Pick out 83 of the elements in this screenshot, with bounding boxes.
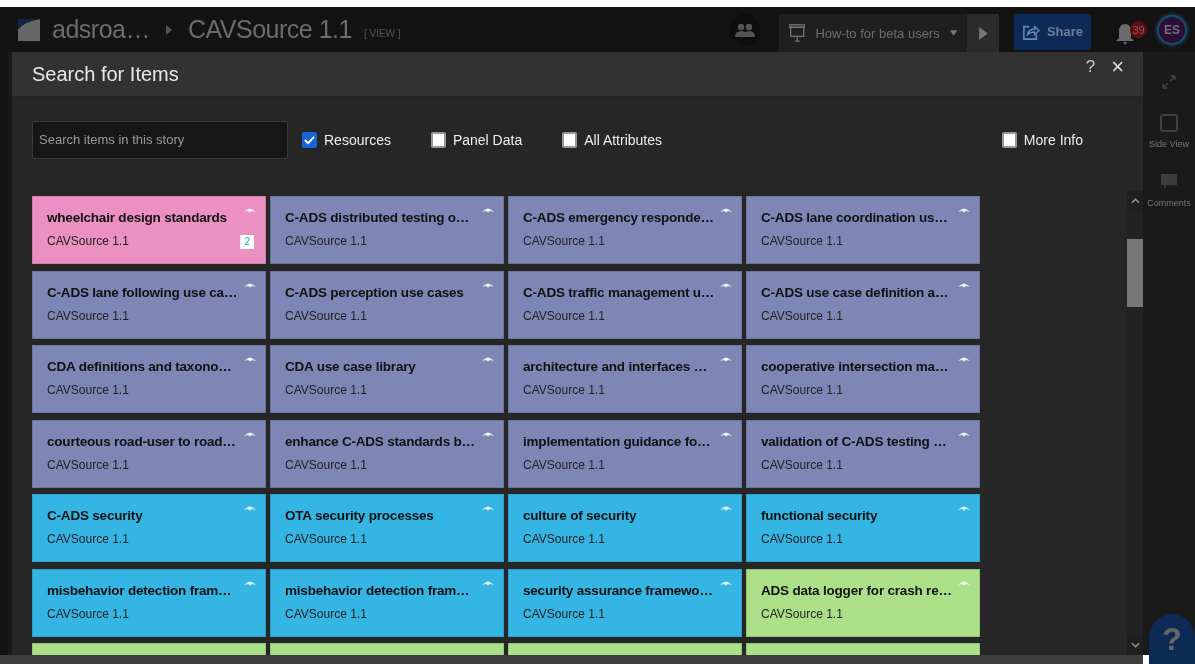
eye-icon[interactable]	[482, 579, 494, 587]
eye-icon[interactable]	[720, 579, 732, 587]
collaborators-button[interactable]	[730, 13, 760, 46]
expand-icon[interactable]	[1161, 74, 1177, 90]
item-card[interactable]: OTA security processes CAVSource 1.1	[270, 494, 504, 562]
help-button[interactable]: ?	[1082, 54, 1099, 80]
notification-count: 39	[1130, 21, 1147, 38]
comment-count-badge[interactable]: 2	[240, 235, 254, 249]
item-card[interactable]: C-ADS distributed testing o… CAVSource 1.1	[270, 196, 504, 264]
eye-icon[interactable]	[244, 505, 256, 512]
eye-icon[interactable]	[244, 430, 256, 438]
eye-icon[interactable]	[244, 579, 256, 587]
eye-icon[interactable]	[482, 356, 494, 363]
item-card[interactable]: cooperative intersection ma… CAVSource 1.1	[746, 345, 980, 413]
item-card[interactable]: validation of C-ADS testing … CAVSource 1.1	[746, 419, 980, 488]
dropdown-caret-icon	[949, 30, 957, 36]
item-card[interactable]: CDA definitions and taxono… CAVSource 1.1	[32, 345, 266, 413]
view-mode-label: [ VIEW ]	[363, 28, 401, 39]
filter-checkbox[interactable]: Panel Data	[430, 131, 523, 148]
scrollbar-thumb[interactable]	[1127, 239, 1143, 307]
item-card[interactable]: misbehavior detection fram… CAVSource 1.1	[32, 568, 266, 637]
scrollbar[interactable]	[1127, 191, 1143, 655]
eye-icon[interactable]	[482, 281, 494, 289]
story-title: CAVSource 1.1	[187, 15, 352, 44]
presentation-dropdown[interactable]: How-to for beta users	[779, 14, 967, 52]
item-card[interactable]: C-ADS perception use cases CAVSource 1.1	[270, 270, 504, 339]
item-card[interactable]: architecture and interfaces … CAVSource 1.1	[508, 345, 742, 413]
play-button[interactable]	[967, 14, 999, 52]
eye-icon[interactable]	[244, 207, 256, 214]
user-avatar[interactable]: ES	[1157, 14, 1187, 45]
filter-checkbox[interactable]: Resources	[302, 131, 391, 148]
item-card[interactable]: C-ADS emergency responde… CAVSource 1.1	[508, 196, 742, 264]
dialog-title: Search for Items	[32, 62, 179, 86]
item-card[interactable]: C-ADS lane coordination us… CAVSource 1.1	[746, 196, 980, 264]
eye-icon[interactable]	[958, 505, 970, 512]
eye-icon[interactable]	[720, 281, 732, 289]
item-card[interactable]: CDA use case library CAVSource 1.1	[270, 345, 504, 413]
logo-icon[interactable]	[18, 18, 40, 41]
eye-icon[interactable]	[958, 281, 970, 289]
scroll-up-icon[interactable]	[1130, 198, 1140, 204]
eye-icon[interactable]	[720, 505, 732, 512]
item-card[interactable]: C-ADS traffic management u… CAVSource 1.1	[508, 270, 742, 339]
item-card[interactable]: security assurance framewo… CAVSource 1.1	[508, 568, 742, 637]
item-card[interactable]: wheelchair design standards CAVSource 1.1 2	[32, 196, 266, 264]
scroll-down-icon[interactable]	[1130, 642, 1140, 648]
filter-checkbox[interactable]: All Attributes	[562, 131, 663, 148]
play-icon	[978, 26, 988, 40]
item-card[interactable]: C-ADS security CAVSource 1.1	[32, 494, 266, 562]
eye-icon[interactable]	[720, 207, 732, 214]
item-card[interactable]: culture of security CAVSource 1.1	[508, 494, 742, 562]
eye-icon[interactable]	[720, 356, 732, 363]
checkmark-icon	[304, 134, 315, 145]
sidebar-item[interactable]: Comments	[1147, 173, 1191, 208]
eye-icon[interactable]	[482, 207, 494, 214]
close-button[interactable]: ×	[1108, 54, 1127, 80]
item-card[interactable]: courteous road-user to road… CAVSource 1.1	[32, 419, 266, 488]
item-card[interactable]: misbehavior detection fram… CAVSource 1.1	[270, 568, 504, 637]
item-card[interactable]: implementation guidance fo… CAVSource 1.1	[508, 419, 742, 488]
breadcrumb-caret-icon	[165, 24, 172, 35]
comment-icon	[1160, 173, 1178, 191]
eye-icon[interactable]	[958, 430, 970, 438]
eye-icon[interactable]	[482, 430, 494, 438]
eye-icon[interactable]	[244, 281, 256, 289]
side-view-icon	[1160, 114, 1178, 132]
item-card[interactable]: C-ADS lane following use ca… CAVSource 1.1	[32, 270, 266, 339]
share-button[interactable]: Share	[1014, 13, 1091, 50]
item-card[interactable]: enhance C-ADS standards b… CAVSource 1.1	[270, 419, 504, 488]
sidebar-item[interactable]: Side View	[1149, 114, 1189, 149]
eye-icon[interactable]	[244, 356, 256, 363]
share-icon	[1021, 23, 1040, 40]
presentation-icon	[789, 23, 806, 43]
workspace-link[interactable]: adsroa…	[52, 15, 150, 44]
item-card[interactable]: ADS data logger for crash re… CAVSource 1.1	[746, 568, 980, 637]
eye-icon[interactable]	[720, 430, 732, 438]
eye-icon[interactable]	[482, 505, 494, 512]
item-card[interactable]: C-ADS use case definition a… CAVSource 1.1	[746, 270, 980, 339]
filter-checkbox[interactable]: More Info	[1001, 131, 1083, 148]
search-field[interactable]: Search items in this story	[32, 120, 288, 159]
eye-icon[interactable]	[958, 356, 970, 363]
people-icon	[735, 22, 755, 37]
bell-icon[interactable]	[1115, 21, 1135, 46]
item-card[interactable]: functional security CAVSource 1.1	[746, 494, 980, 562]
eye-icon[interactable]	[958, 207, 970, 214]
